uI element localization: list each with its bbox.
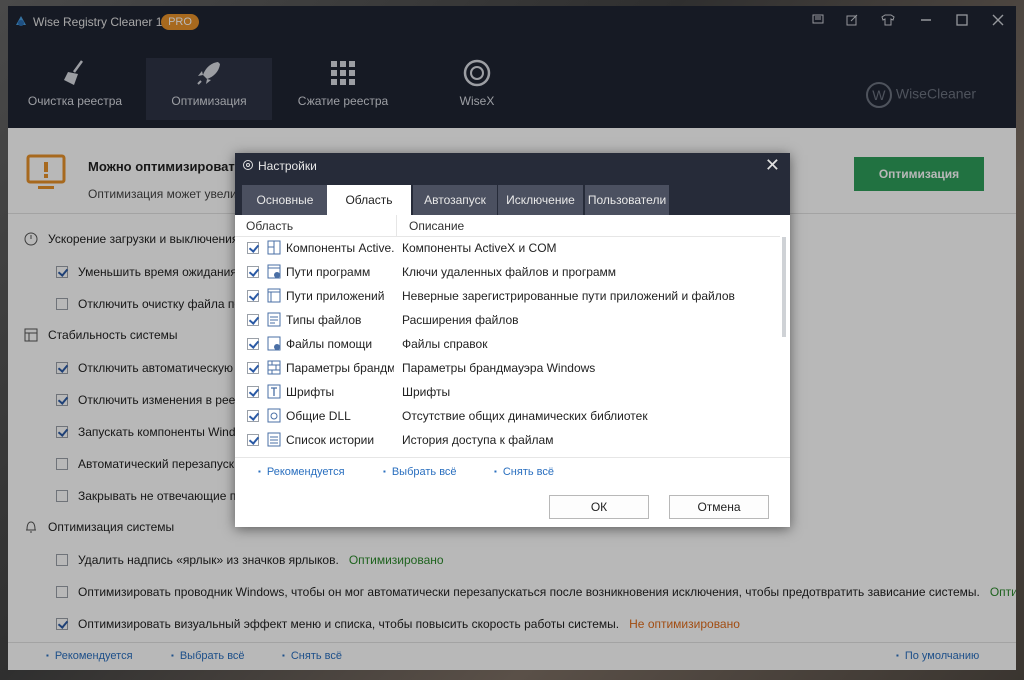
checkbox[interactable]	[247, 410, 259, 422]
list-item[interactable]: Список истории История доступа к файлам	[235, 428, 780, 452]
item-name: Пути программ	[286, 265, 371, 279]
tab-users[interactable]: Пользователи	[585, 185, 669, 215]
item-name: Параметры брандм...	[286, 361, 394, 375]
list-item[interactable]: Файлы помощи Файлы справок	[235, 332, 780, 356]
checkbox[interactable]	[247, 362, 259, 374]
item-description: Файлы справок	[402, 337, 488, 351]
column-description: Описание	[409, 219, 465, 233]
app-path-icon	[267, 288, 281, 303]
help-files-icon	[267, 336, 281, 351]
item-name: Файлы помощи	[286, 337, 373, 351]
item-name: Общие DLL	[286, 409, 351, 423]
checkbox[interactable]	[247, 266, 259, 278]
item-name: Компоненты Active...	[286, 241, 394, 255]
settings-dialog: Настройки ✕ Основные Область Автозапуск …	[235, 153, 790, 527]
item-description: Параметры брандмауэра Windows	[402, 361, 596, 375]
deselect-all-link[interactable]: Снять всё	[494, 466, 554, 478]
cancel-button[interactable]: Отмена	[669, 495, 769, 519]
item-description: Компоненты ActiveX и COM	[402, 241, 557, 255]
item-description: Ключи удаленных файлов и программ	[402, 265, 617, 279]
column-divider	[396, 215, 397, 237]
tab-exclusion[interactable]: Исключение	[498, 185, 583, 215]
scrollbar[interactable]	[782, 237, 786, 337]
item-description: Неверные зарегистрированные пути приложе…	[402, 289, 735, 303]
list-item[interactable]: Общие DLL Отсутствие общих динамических …	[235, 404, 780, 428]
dialog-title: Настройки	[258, 159, 317, 173]
checkbox[interactable]	[247, 386, 259, 398]
select-all-link[interactable]: Выбрать всё	[383, 466, 457, 478]
program-path-icon	[267, 264, 281, 279]
checkbox[interactable]	[247, 314, 259, 326]
list-item[interactable]: Пути приложений Неверные зарегистрирован…	[235, 284, 780, 308]
column-area: Область	[246, 219, 294, 233]
checkbox[interactable]	[247, 338, 259, 350]
list-header: Область Описание	[235, 215, 780, 237]
item-description: Шрифты	[402, 385, 451, 399]
list-item[interactable]: Параметры брандм... Параметры брандмауэр…	[235, 356, 780, 380]
fonts-icon	[267, 384, 281, 399]
firewall-icon	[267, 360, 281, 375]
checkbox[interactable]	[247, 242, 259, 254]
item-description: Расширения файлов	[402, 313, 519, 327]
list-item[interactable]: Компоненты Active... Компоненты ActiveX …	[235, 236, 780, 260]
close-icon[interactable]: ✕	[765, 155, 780, 176]
file-types-icon	[267, 312, 281, 327]
tab-area[interactable]: Область	[327, 185, 411, 215]
activex-icon	[267, 240, 281, 255]
tab-autorun[interactable]: Автозапуск	[413, 185, 497, 215]
gear-icon	[243, 160, 253, 170]
shared-dll-icon	[267, 408, 281, 423]
list-item[interactable]: Типы файлов Расширения файлов	[235, 308, 780, 332]
ok-button[interactable]: ОК	[549, 495, 649, 519]
item-name: Шрифты	[286, 385, 335, 399]
item-description: Отсутствие общих динамических библиотек	[402, 409, 648, 423]
dialog-header: Настройки ✕ Основные Область Автозапуск …	[235, 153, 790, 215]
checkbox[interactable]	[247, 290, 259, 302]
item-name: Список истории	[286, 433, 375, 447]
item-name: Пути приложений	[286, 289, 385, 303]
item-description: История доступа к файлам	[402, 433, 554, 447]
item-name: Типы файлов	[286, 313, 362, 327]
dialog-links: Рекомендуется Выбрать всё Снять всё	[235, 457, 790, 485]
tab-general[interactable]: Основные	[242, 185, 328, 215]
recommended-link[interactable]: Рекомендуется	[258, 466, 345, 478]
history-list-icon	[267, 432, 281, 447]
list-item[interactable]: Шрифты Шрифты	[235, 380, 780, 404]
list-item[interactable]: Пути программ Ключи удаленных файлов и п…	[235, 260, 780, 284]
checkbox[interactable]	[247, 434, 259, 446]
